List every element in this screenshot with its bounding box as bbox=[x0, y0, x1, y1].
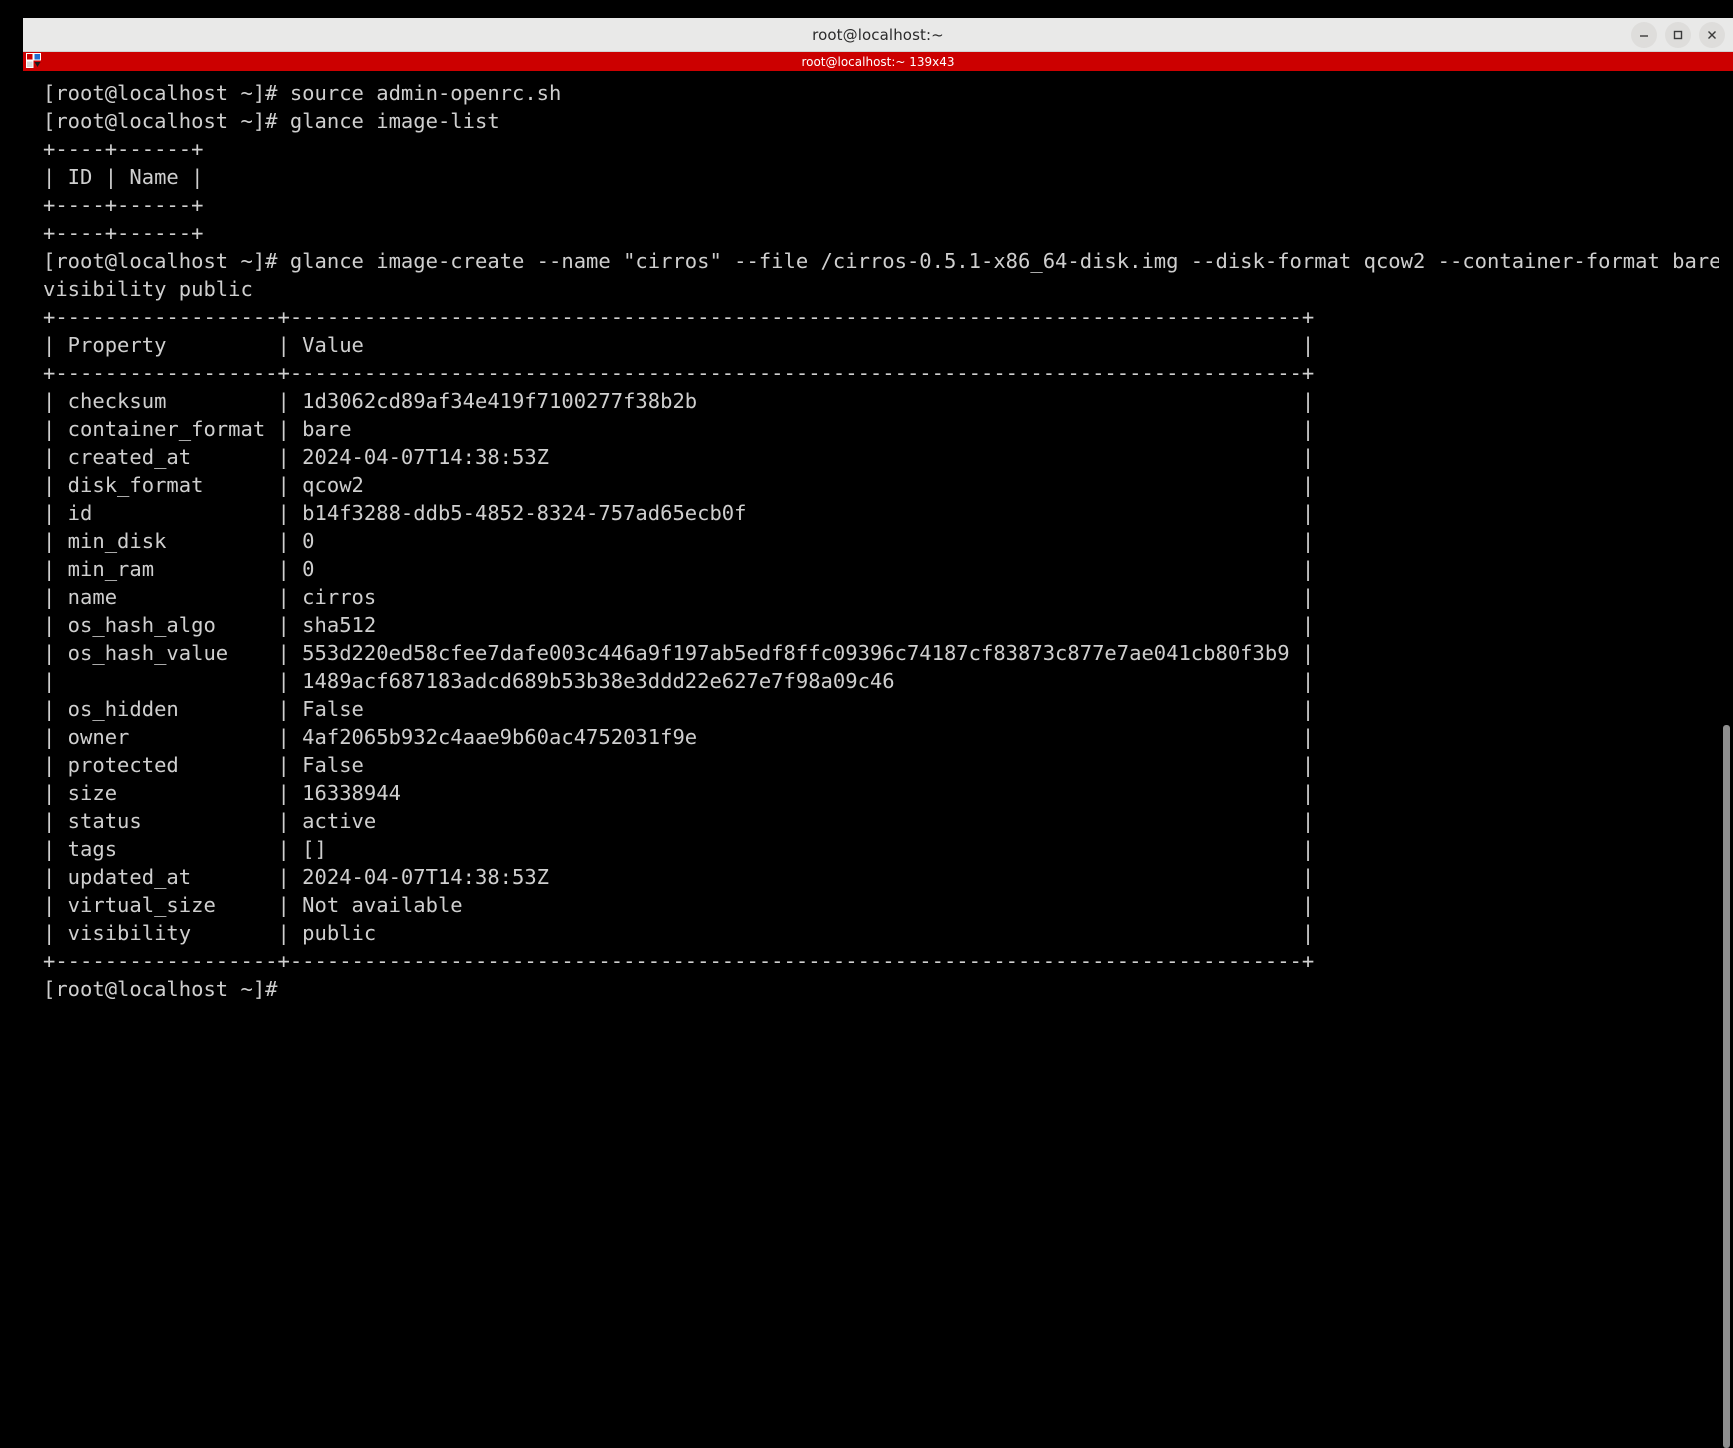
desktop-background-top bbox=[0, 0, 1733, 18]
window-title: root@localhost:~ bbox=[812, 25, 944, 44]
window-titlebar[interactable]: root@localhost:~ bbox=[23, 18, 1733, 52]
terminal-tabbar[interactable]: root@localhost:~ 139x43 bbox=[23, 52, 1733, 71]
maximize-icon bbox=[1671, 28, 1685, 42]
tab-menu-icon[interactable] bbox=[26, 53, 43, 70]
terminal-output: [root@localhost ~]# source admin-openrc.… bbox=[43, 81, 1722, 1001]
terminal-scrollbar[interactable] bbox=[1719, 71, 1733, 1448]
close-icon bbox=[1705, 28, 1719, 42]
minimize-icon bbox=[1637, 28, 1651, 42]
close-button[interactable] bbox=[1699, 21, 1725, 48]
terminal-body[interactable]: [root@localhost ~]# source admin-openrc.… bbox=[23, 71, 1733, 1448]
window-controls bbox=[1631, 18, 1725, 51]
terminal-window: root@localhost:~ root@localhost:~ 139x43… bbox=[23, 18, 1733, 1448]
terminal-screen[interactable]: [root@localhost ~]# source admin-openrc.… bbox=[23, 71, 1733, 1448]
terminal-scrollbar-thumb[interactable] bbox=[1723, 725, 1730, 1448]
maximize-button[interactable] bbox=[1665, 21, 1691, 48]
tab-title: root@localhost:~ 139x43 bbox=[801, 54, 955, 69]
minimize-button[interactable] bbox=[1631, 21, 1657, 48]
screen: root@localhost:~ root@localhost:~ 139x43… bbox=[0, 0, 1733, 1448]
desktop-background-left bbox=[0, 0, 23, 1448]
